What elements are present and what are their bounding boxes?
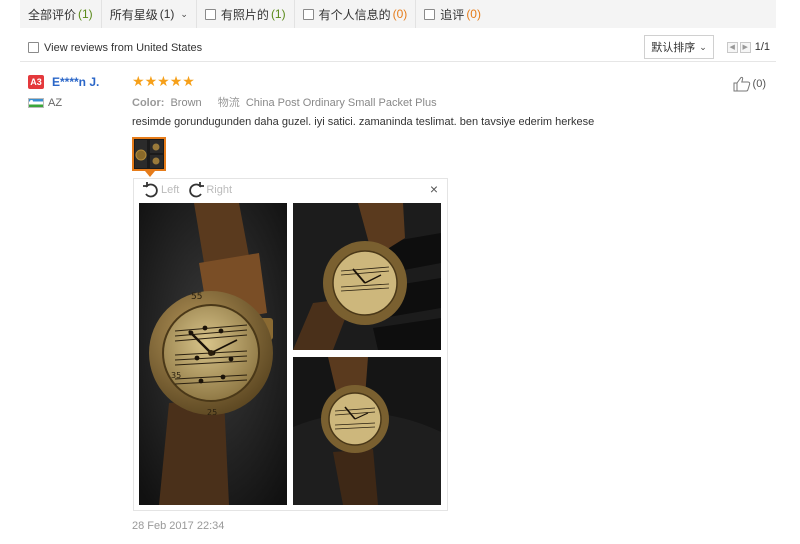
filter-photos-label: 有照片的 [220,7,269,22]
review-photo-3[interactable] [293,357,441,505]
review-country: AZ [28,97,62,109]
review-photo-large[interactable]: 55 35 25 [139,203,287,505]
review-author: A3 E****n J. [28,75,99,89]
star-icon: ★ [157,73,170,89]
review-photo-2[interactable] [293,203,441,350]
star-rating: ★ ★ ★ ★ ★ [132,74,195,88]
rotate-right-icon [189,182,205,198]
svg-text:35: 35 [171,371,181,380]
svg-text:25: 25 [207,408,217,417]
sort-label: 默认排序 [651,42,696,54]
helpful-button[interactable]: (0) [733,76,766,92]
filter-star-label: 所有星级 [109,7,158,22]
rotate-right-label: Right [206,184,233,196]
filter-star-rating-dropdown[interactable]: 所有星级 (1) ⌄ [102,0,197,28]
country-code: AZ [48,97,63,109]
review-text: resimde gorundugunden daha guzel. iyi sa… [132,116,595,128]
rotate-left-label: Left [161,184,180,196]
rotate-left-button[interactable]: Left [142,181,179,199]
rotate-right-button[interactable]: Right [187,181,232,199]
review-photo-thumbnail[interactable] [132,137,166,171]
user-name[interactable]: E****n J. [52,75,99,89]
thumbs-up-icon [733,76,750,92]
star-icon: ★ [144,73,158,89]
filter-with-personal-info[interactable]: 有个人信息的 (0) [295,0,417,28]
filter-all-count: (1) [78,7,93,21]
next-page-button[interactable]: ▶ [739,41,751,53]
color-label: Color: [132,97,165,109]
color-value: Brown [170,97,202,109]
filter-with-photos[interactable]: 有照片的 (1) [197,0,295,28]
order-info: Color: Brown 物流 China Post Ordinary Smal… [132,94,437,110]
country-filter-label: View reviews from United States [44,41,203,54]
filter-star-count: (1) [159,7,175,21]
close-icon[interactable]: × [430,181,438,197]
sort-dropdown[interactable]: 默认排序 ⌄ [644,35,714,59]
svg-text:55: 55 [191,292,202,302]
star-icon: ★ [169,73,183,89]
filter-photos-count: (1) [270,7,286,21]
review-date: 28 Feb 2017 22:34 [132,520,225,532]
thumbnail-pointer [145,171,155,177]
filter-personal-count: (0) [392,7,408,21]
chevron-down-icon: ⌄ [699,41,707,52]
filter-all-reviews[interactable]: 全部评价 (1) [20,0,102,28]
pagination: ◀ ▶ 1/1 [726,41,770,53]
country-filter-checkbox[interactable] [28,42,39,53]
filter-followup-label: 追评 [440,7,465,22]
flag-icon [28,98,44,108]
personal-info-checkbox[interactable] [302,8,314,20]
photos-checkbox[interactable] [204,8,216,20]
page-indicator: 1/1 [754,41,770,53]
follow-up-checkbox[interactable] [424,8,436,20]
filter-all-label: 全部评价 [28,7,77,22]
chevron-down-icon: ⌄ [180,8,188,19]
filter-followup-count: (0) [466,7,481,21]
filter-follow-up[interactable]: 追评 (0) [416,0,489,28]
country-filter[interactable]: View reviews from United States [20,42,202,54]
rotate-left-icon [143,182,158,198]
filter-personal-label: 有个人信息的 [318,7,391,22]
shipping-value: China Post Ordinary Small Packet Plus [245,97,437,109]
user-level-badge: A3 [28,75,44,89]
viewer-controls: Left Right [142,181,240,199]
shipping-label: 物流 [217,97,240,109]
photo-viewer: Left Right × 55 35 25 [133,178,448,511]
review-filter-bar: 全部评价 (1) 所有星级 (1) ⌄ 有照片的 (1) 有个人信息的 (0) … [20,0,776,28]
helpful-count: (0) [752,78,766,90]
star-icon: ★ [182,73,195,89]
prev-page-button[interactable]: ◀ [726,41,738,53]
star-icon: ★ [132,73,145,89]
review-sub-bar: View reviews from United States 默认排序 ⌄ ◀… [20,34,776,62]
